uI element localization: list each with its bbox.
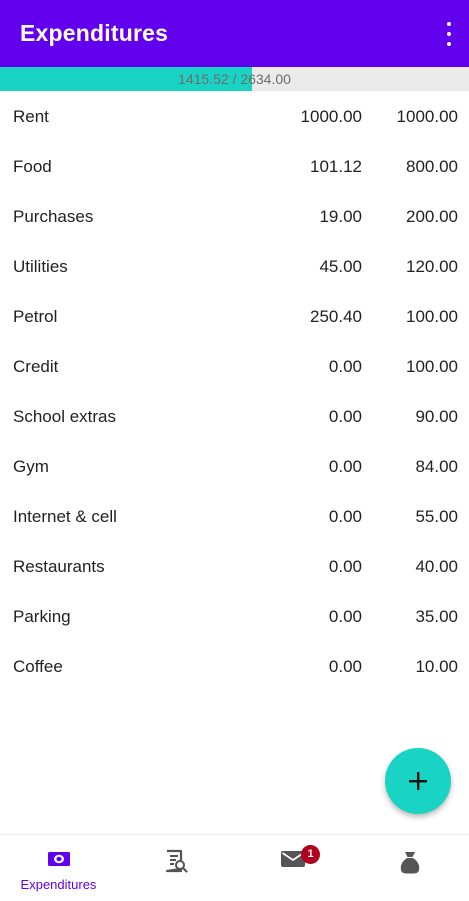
category-name: Rent bbox=[13, 107, 49, 126]
category-spent: 0.00 bbox=[328, 507, 362, 526]
category-name: Restaurants bbox=[13, 557, 105, 576]
category-name: Gym bbox=[13, 457, 49, 476]
category-budget: 100.00 bbox=[406, 357, 458, 376]
category-spent: 101.12 bbox=[310, 157, 362, 176]
category-budget: 200.00 bbox=[406, 207, 458, 226]
list-item[interactable]: Coffee 0.00 10.00 bbox=[0, 642, 469, 692]
list-item[interactable]: Purchases 19.00 200.00 bbox=[0, 192, 469, 242]
category-budget: 90.00 bbox=[415, 407, 458, 426]
category-name: Purchases bbox=[13, 207, 94, 226]
category-spent: 250.40 bbox=[310, 307, 362, 326]
list-item[interactable]: Gym 0.00 84.00 bbox=[0, 442, 469, 492]
category-budget: 40.00 bbox=[415, 557, 458, 576]
category-name: Internet & cell bbox=[13, 507, 117, 526]
more-vert-icon[interactable] bbox=[443, 22, 455, 46]
category-name: Food bbox=[13, 157, 52, 176]
nav-search-receipts[interactable] bbox=[117, 835, 234, 901]
budget-progress-bar: 1415.52 / 2634.00 bbox=[0, 67, 469, 91]
list-item[interactable]: Rent 1000.00 1000.00 bbox=[0, 92, 469, 142]
category-list: Rent 1000.00 1000.00 Food 101.12 800.00 … bbox=[0, 92, 469, 692]
category-name: Petrol bbox=[13, 307, 58, 326]
list-item[interactable]: Parking 0.00 35.00 bbox=[0, 592, 469, 642]
category-budget: 1000.00 bbox=[396, 107, 458, 126]
app-bar: Expenditures bbox=[0, 0, 469, 67]
list-item[interactable]: Internet & cell 0.00 55.00 bbox=[0, 492, 469, 542]
money-bag-icon bbox=[400, 852, 419, 874]
category-spent: 0.00 bbox=[328, 657, 362, 676]
money-icon bbox=[47, 852, 70, 866]
category-spent: 0.00 bbox=[328, 407, 362, 426]
category-name: Utilities bbox=[13, 257, 68, 276]
category-budget: 100.00 bbox=[406, 307, 458, 326]
list-item[interactable]: Credit 0.00 100.00 bbox=[0, 342, 469, 392]
list-item[interactable]: Restaurants 0.00 40.00 bbox=[0, 542, 469, 592]
category-spent: 1000.00 bbox=[300, 107, 362, 126]
list-item[interactable]: School extras 0.00 90.00 bbox=[0, 392, 469, 442]
progress-label: 1415.52 / 2634.00 bbox=[178, 71, 291, 87]
list-item[interactable]: Utilities 45.00 120.00 bbox=[0, 242, 469, 292]
category-name: School extras bbox=[13, 407, 116, 426]
category-spent: 0.00 bbox=[328, 557, 362, 576]
nav-expenditures[interactable]: Expenditures bbox=[0, 835, 117, 901]
category-spent: 0.00 bbox=[328, 357, 362, 376]
list-item[interactable]: Food 101.12 800.00 bbox=[0, 142, 469, 192]
category-budget: 10.00 bbox=[415, 657, 458, 676]
add-expenditure-button[interactable] bbox=[385, 748, 451, 814]
category-budget: 35.00 bbox=[415, 607, 458, 626]
notification-badge: 1 bbox=[301, 845, 320, 864]
list-item[interactable]: Petrol 250.40 100.00 bbox=[0, 292, 469, 342]
category-spent: 0.00 bbox=[328, 607, 362, 626]
nav-savings[interactable] bbox=[351, 835, 468, 901]
category-name: Coffee bbox=[13, 657, 63, 676]
category-spent: 19.00 bbox=[319, 207, 362, 226]
page-title: Expenditures bbox=[20, 20, 169, 46]
bottom-navigation: Expenditures bbox=[0, 834, 469, 900]
category-budget: 800.00 bbox=[406, 157, 458, 176]
nav-messages[interactable] bbox=[234, 835, 351, 901]
category-spent: 0.00 bbox=[328, 457, 362, 476]
category-name: Parking bbox=[13, 607, 71, 626]
category-budget: 84.00 bbox=[415, 457, 458, 476]
receipt-search-icon bbox=[165, 849, 188, 873]
plus-icon bbox=[409, 772, 427, 790]
category-name: Credit bbox=[13, 357, 59, 376]
category-spent: 45.00 bbox=[319, 257, 362, 276]
nav-label: Expenditures bbox=[20, 877, 97, 892]
category-budget: 120.00 bbox=[406, 257, 458, 276]
category-budget: 55.00 bbox=[415, 507, 458, 526]
